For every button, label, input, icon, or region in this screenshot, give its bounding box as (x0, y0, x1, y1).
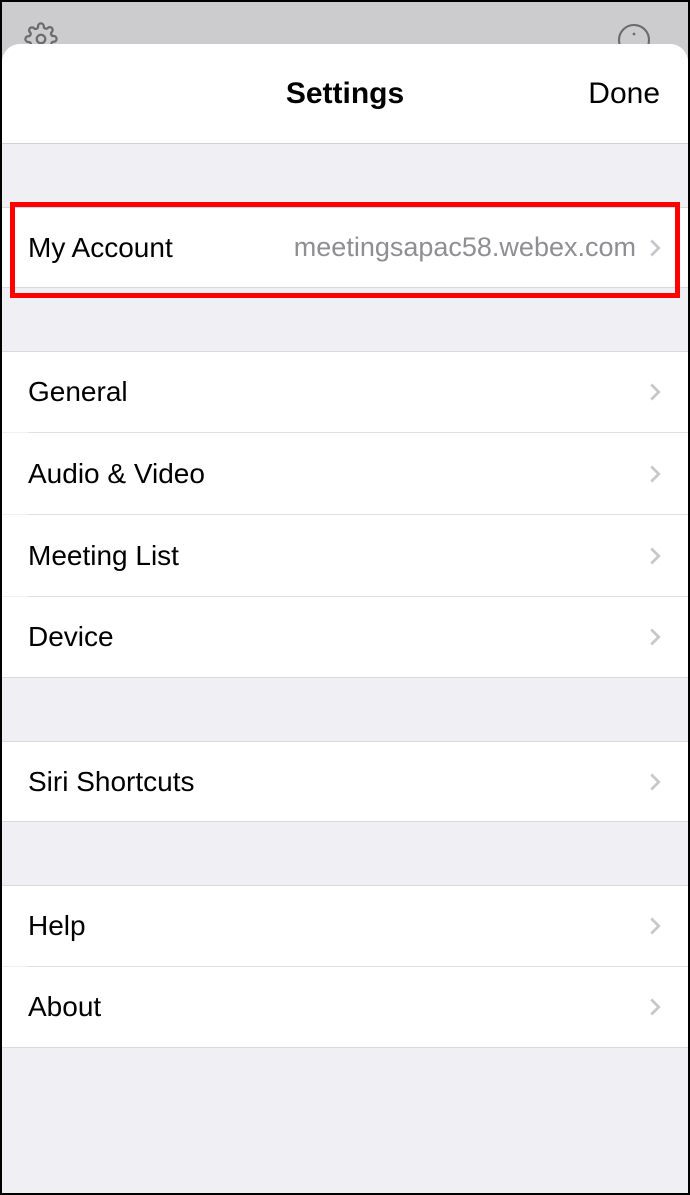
general-row[interactable]: General (2, 351, 688, 432)
chevron-right-icon (640, 464, 662, 484)
siri-shortcuts-label: Siri Shortcuts (28, 766, 195, 798)
my-account-label: My Account (28, 232, 173, 264)
chevron-right-icon (640, 546, 662, 566)
settings-sheet: Settings Done My Account meetingsapac58.… (2, 44, 688, 1193)
nav-bar: Settings Done (2, 44, 688, 144)
meeting-list-row[interactable]: Meeting List (2, 515, 688, 596)
my-account-detail: meetingsapac58.webex.com (173, 232, 640, 263)
audio-video-row[interactable]: Audio & Video (2, 433, 688, 514)
app-viewport: Settings Done My Account meetingsapac58.… (0, 0, 690, 1195)
help-label: Help (28, 910, 86, 942)
about-row[interactable]: About (2, 967, 688, 1048)
page-title: Settings (286, 77, 404, 111)
chevron-right-icon (640, 382, 662, 402)
about-label: About (28, 991, 101, 1023)
chevron-right-icon (640, 627, 662, 647)
done-button[interactable]: Done (588, 77, 660, 111)
help-row[interactable]: Help (2, 885, 688, 966)
audio-video-label: Audio & Video (28, 458, 205, 490)
siri-shortcuts-row[interactable]: Siri Shortcuts (2, 741, 688, 822)
chevron-right-icon (640, 916, 662, 936)
device-row[interactable]: Device (2, 597, 688, 678)
meeting-list-label: Meeting List (28, 540, 179, 572)
chevron-right-icon (640, 997, 662, 1017)
chevron-right-icon (640, 238, 662, 258)
chevron-right-icon (640, 772, 662, 792)
general-label: General (28, 376, 128, 408)
device-label: Device (28, 621, 114, 653)
my-account-row[interactable]: My Account meetingsapac58.webex.com (2, 207, 688, 288)
